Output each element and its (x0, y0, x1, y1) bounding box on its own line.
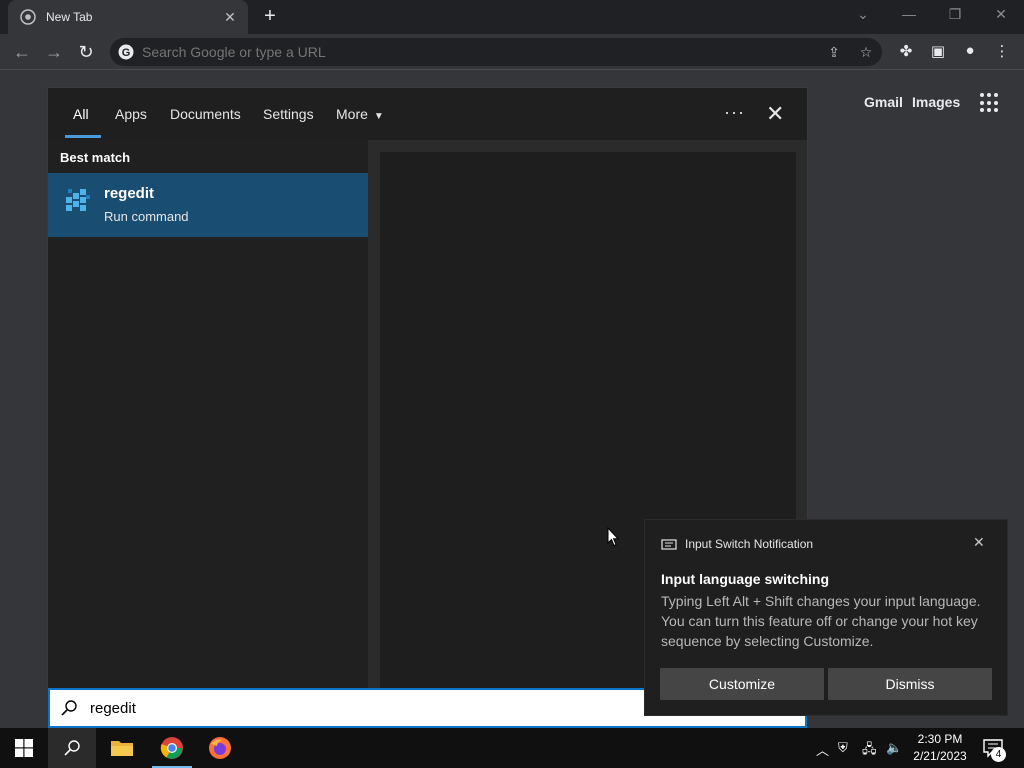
google-icon: G (118, 44, 134, 60)
restore-button[interactable]: ❐ (932, 0, 978, 30)
best-match-heading: Best match (60, 150, 131, 165)
customize-button[interactable]: Customize (660, 668, 824, 700)
network-icon[interactable]: 🖧 (862, 740, 877, 762)
dismiss-button[interactable]: Dismiss (828, 668, 992, 700)
chrome-icon (20, 9, 36, 25)
search-scope-tabs: All Apps Documents Settings More ▼ ··· ✕ (48, 88, 807, 140)
back-button[interactable]: ← (10, 40, 34, 64)
browser-tab[interactable]: New Tab ✕ (8, 0, 248, 34)
chevron-down-icon: ▼ (373, 111, 384, 122)
tab-more[interactable]: More ▼ (336, 106, 384, 122)
start-button[interactable] (0, 728, 48, 768)
address-bar[interactable]: G ⇪ ☆ (110, 38, 882, 66)
taskbar-search-button[interactable] (48, 728, 96, 768)
search-input[interactable] (90, 699, 590, 717)
svg-text:G: G (122, 47, 131, 59)
tab-strip: New Tab ✕ + ⌄ — ❐ ✕ (0, 0, 1024, 34)
firefox-icon (209, 737, 231, 759)
security-icon[interactable]: ⛨ (838, 740, 848, 756)
gmail-link[interactable]: Gmail (864, 94, 903, 110)
omnibox-input[interactable] (142, 44, 782, 60)
close-icon[interactable]: ✕ (766, 101, 784, 127)
toast-body: Typing Left Alt + Shift changes your inp… (661, 593, 981, 649)
clock-time: 2:30 PM (917, 732, 963, 746)
active-tab-indicator (65, 135, 101, 138)
tab-search-icon[interactable]: ⌄ (840, 0, 886, 30)
side-panel-icon[interactable]: ▣ (928, 42, 948, 62)
notification-toast: Input Switch Notification ✕ Input langua… (644, 519, 1008, 716)
search-icon (64, 740, 80, 756)
result-title: regedit (104, 185, 155, 202)
notification-count-badge: 4 (991, 747, 1006, 762)
toast-app-name: Input Switch Notification (685, 537, 814, 551)
menu-kebab-icon[interactable]: ⋮ (992, 42, 1012, 62)
tab-more-label: More (336, 106, 368, 122)
clock-date: 2/21/2023 (913, 749, 967, 763)
images-link[interactable]: Images (912, 94, 960, 110)
minimize-button[interactable]: — (886, 0, 932, 30)
keyboard-icon (661, 539, 677, 550)
new-tab-button[interactable]: + (258, 5, 282, 29)
mouse-cursor-icon (607, 527, 619, 547)
best-match-result[interactable]: regedit Run command (48, 173, 368, 237)
system-clock[interactable]: 2:30 PM 2/21/2023 (908, 731, 972, 765)
tab-title: New Tab (46, 10, 93, 24)
profile-icon[interactable]: ● (960, 42, 980, 62)
taskbar: ︿ ⛨ 🖧 🔈 2:30 PM 2/21/2023 4 (0, 728, 1024, 768)
result-subtitle: Run command (104, 209, 189, 224)
toast-close-icon[interactable]: ✕ (973, 534, 985, 551)
search-icon (61, 700, 77, 716)
share-icon[interactable]: ⇪ (826, 44, 842, 60)
chrome-taskbar-button[interactable] (148, 728, 196, 768)
file-explorer-button[interactable] (98, 728, 146, 768)
browser-toolbar: ← → ↻ G ⇪ ☆ ✤ ▣ ● ⋮ (0, 34, 1024, 70)
toast-title: Input language switching (661, 571, 829, 587)
bookmark-star-icon[interactable]: ☆ (858, 44, 874, 60)
tab-all[interactable]: All (73, 106, 89, 122)
window-close-button[interactable]: ✕ (978, 0, 1024, 30)
results-list: Best match regedit Run command (48, 140, 368, 688)
chrome-icon (160, 737, 183, 759)
google-apps-icon[interactable] (980, 93, 1000, 113)
extensions-icon[interactable]: ✤ (896, 42, 916, 62)
forward-button[interactable]: → (42, 40, 66, 64)
volume-icon[interactable]: 🔈 (886, 740, 902, 756)
reload-button[interactable]: ↻ (74, 40, 98, 64)
windows-logo-icon (15, 739, 33, 757)
tab-apps[interactable]: Apps (115, 106, 147, 122)
firefox-taskbar-button[interactable] (196, 728, 244, 768)
show-hidden-icons-chevron-icon[interactable]: ︿ (816, 740, 829, 759)
tab-documents[interactable]: Documents (170, 106, 241, 122)
tab-close-icon[interactable]: ✕ (222, 9, 238, 26)
more-options-icon[interactable]: ··· (724, 102, 745, 123)
folder-icon (111, 741, 133, 756)
regedit-icon (66, 189, 90, 211)
tab-settings[interactable]: Settings (263, 106, 314, 122)
